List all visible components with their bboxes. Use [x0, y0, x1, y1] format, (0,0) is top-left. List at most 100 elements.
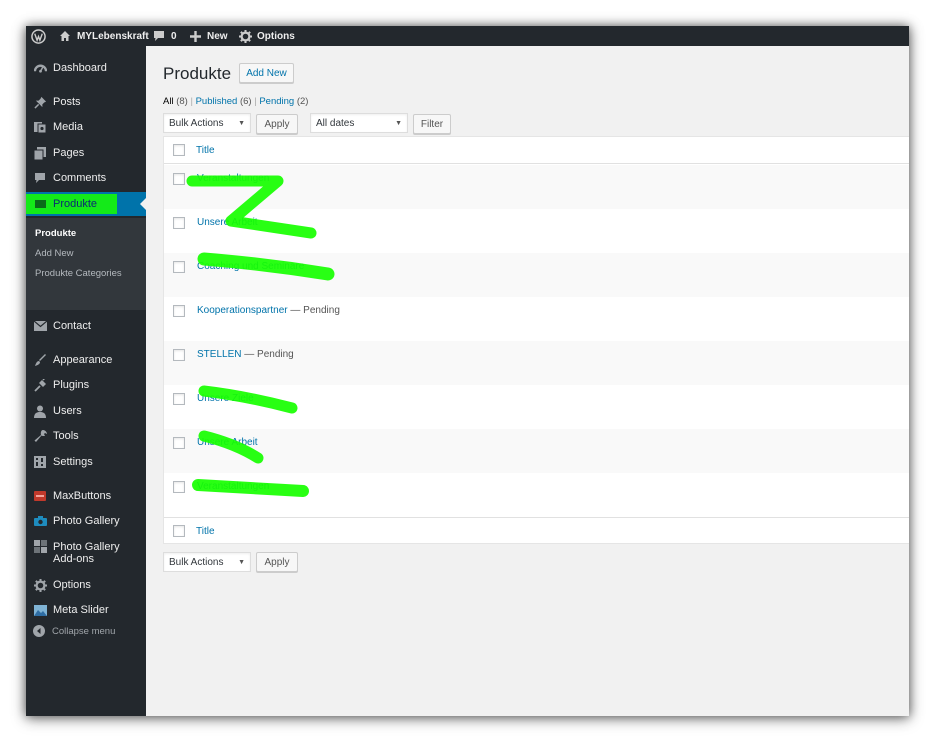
browser-window: MYLebenskraft 0 New Options Dashboard Po… — [26, 26, 909, 716]
media-icon — [33, 120, 47, 134]
date-filter-select[interactable]: All dates ▼ — [310, 113, 408, 133]
settings-icon — [33, 455, 47, 469]
gear-icon[interactable] — [239, 26, 252, 46]
row-title: STELLEN — Pending — [197, 349, 294, 360]
sidebar-item-settings[interactable]: Settings — [26, 450, 146, 474]
sidebar-item-label: Produkte — [53, 198, 98, 210]
sidebar-item-plugins[interactable]: Plugins — [26, 373, 146, 397]
submenu-item-produkte-categories[interactable]: Produkte Categories — [35, 268, 122, 279]
sidebar-item-options[interactable]: Options — [26, 573, 146, 597]
row-title-link[interactable]: Coaching und Seminare — [197, 261, 304, 272]
plugin-icon — [33, 378, 47, 392]
add-new-button[interactable]: Add New — [239, 63, 294, 83]
admin-bar: MYLebenskraft 0 New Options — [26, 26, 909, 46]
table-row: Unsere Arbeit — [164, 429, 909, 473]
page-title: Produkte — [163, 64, 232, 83]
row-title-link[interactable]: Veranstaltungen — [197, 481, 269, 492]
sidebar-item-label: Users — [53, 405, 82, 417]
new-menu-label[interactable]: New — [207, 26, 228, 46]
row-title-link[interactable]: STELLEN — [197, 349, 241, 360]
sidebar-item-label: Plugins — [53, 379, 90, 391]
sidebar-item-label: Options — [53, 579, 91, 591]
sidebar-item-label: Media — [53, 121, 83, 133]
table-footer: Title — [164, 517, 909, 544]
select-all-checkbox[interactable] — [173, 144, 185, 156]
row-title-link[interactable]: Unsere Arbeit — [197, 217, 258, 228]
row-checkbox[interactable] — [173, 217, 185, 229]
wordpress-logo-icon[interactable] — [31, 26, 46, 46]
submenu-item-add-new[interactable]: Add New — [35, 248, 74, 259]
site-name-link[interactable]: MYLebenskraft — [77, 26, 149, 46]
sidebar-item-photo-gallery-addons[interactable]: Photo Gallery Add-ons — [26, 535, 146, 571]
row-checkbox[interactable] — [173, 481, 185, 493]
sidebar-item-posts[interactable]: Posts — [26, 90, 146, 114]
row-title-link[interactable]: Unsere Arbeit — [197, 437, 258, 448]
row-checkbox[interactable] — [173, 305, 185, 317]
chevron-down-icon: ▼ — [238, 120, 245, 127]
row-title-link[interactable]: Unsere Ziele — [197, 393, 254, 404]
filter-pending-link[interactable]: Pending — [259, 96, 294, 107]
apply-button-bottom[interactable]: Apply — [256, 552, 298, 572]
sidebar-item-tools[interactable]: Tools — [26, 424, 146, 448]
comment-bubble-icon[interactable] — [153, 26, 165, 46]
collapse-menu-button[interactable]: Collapse menu — [33, 625, 115, 637]
apply-button[interactable]: Apply — [256, 114, 298, 134]
sidebar-item-comments[interactable]: Comments — [26, 166, 146, 190]
sidebar-item-pages[interactable]: Pages — [26, 141, 146, 165]
sidebar-item-produkte[interactable]: Produkte — [26, 192, 146, 216]
status-filter-links: All (8) | Published (6) | Pending (2) — [163, 96, 308, 107]
row-title: Kooperationspartner — Pending — [197, 305, 340, 316]
table-row: STELLEN — Pending — [164, 341, 909, 385]
bulk-actions-select-bottom[interactable]: Bulk Actions ▼ — [163, 552, 251, 572]
sidebar-item-appearance[interactable]: Appearance — [26, 348, 146, 372]
sidebar-item-label: MaxButtons — [53, 490, 112, 502]
row-title-link[interactable]: Kooperationspartner — [197, 305, 288, 316]
sidebar-item-meta-slider[interactable]: Meta Slider — [26, 598, 146, 622]
row-title: Coaching und Seminare — [197, 261, 304, 272]
filter-pending-count: (2) — [296, 96, 309, 107]
sidebar-item-dashboard[interactable]: Dashboard — [26, 56, 146, 80]
sidebar-item-contact[interactable]: Contact — [26, 314, 146, 338]
row-title: Veranstaltungen — [197, 481, 269, 492]
sidebar-item-photo-gallery[interactable]: Photo Gallery — [26, 509, 146, 533]
admin-sidebar: Dashboard Posts Media Pages Comments Pro… — [26, 46, 146, 716]
chevron-down-icon: ▼ — [238, 559, 245, 566]
row-title-link[interactable]: Veranstaltungen — [197, 173, 269, 184]
sidebar-item-label: Contact — [53, 320, 91, 332]
row-checkbox[interactable] — [173, 173, 185, 185]
row-checkbox[interactable] — [173, 437, 185, 449]
collapse-arrow-icon — [33, 625, 45, 637]
sidebar-item-label: Appearance — [53, 354, 113, 366]
filter-published-link[interactable]: Published — [196, 96, 238, 107]
dashboard-icon — [33, 61, 47, 75]
select-all-checkbox[interactable] — [173, 525, 185, 537]
title-column-footer[interactable]: Title — [196, 526, 215, 537]
bulk-actions-select[interactable]: Bulk Actions ▼ — [163, 113, 251, 133]
row-checkbox[interactable] — [173, 393, 185, 405]
date-filter-value: All dates — [316, 117, 355, 129]
sidebar-item-label: Meta Slider — [53, 604, 109, 616]
sidebar-item-label: Posts — [53, 96, 81, 108]
comments-count[interactable]: 0 — [171, 26, 177, 46]
filter-separator: | — [254, 96, 257, 107]
filter-all-count: (8) — [176, 96, 188, 107]
home-icon[interactable] — [59, 26, 71, 46]
title-column-header[interactable]: Title — [196, 145, 215, 156]
pin-icon — [33, 95, 47, 109]
filter-button[interactable]: Filter — [413, 114, 451, 134]
sidebar-item-users[interactable]: Users — [26, 399, 146, 423]
sidebar-item-media[interactable]: Media — [26, 115, 146, 139]
row-title: Unsere Arbeit — [197, 437, 258, 448]
sidebar-item-label: Dashboard — [53, 62, 107, 74]
table-row: Veranstaltungen — [164, 165, 909, 209]
sidebar-item-label: Pages — [53, 147, 85, 159]
plus-icon[interactable] — [190, 26, 201, 46]
filter-all-link[interactable]: All — [163, 96, 174, 107]
options-menu-label[interactable]: Options — [257, 26, 295, 46]
sidebar-item-maxbuttons[interactable]: MaxButtons — [26, 484, 146, 508]
submenu-item-produkte[interactable]: Produkte — [35, 228, 76, 239]
row-checkbox[interactable] — [173, 349, 185, 361]
sidebar-item-label: Tools — [53, 430, 79, 442]
row-checkbox[interactable] — [173, 261, 185, 273]
admin-post-icon — [33, 197, 47, 211]
